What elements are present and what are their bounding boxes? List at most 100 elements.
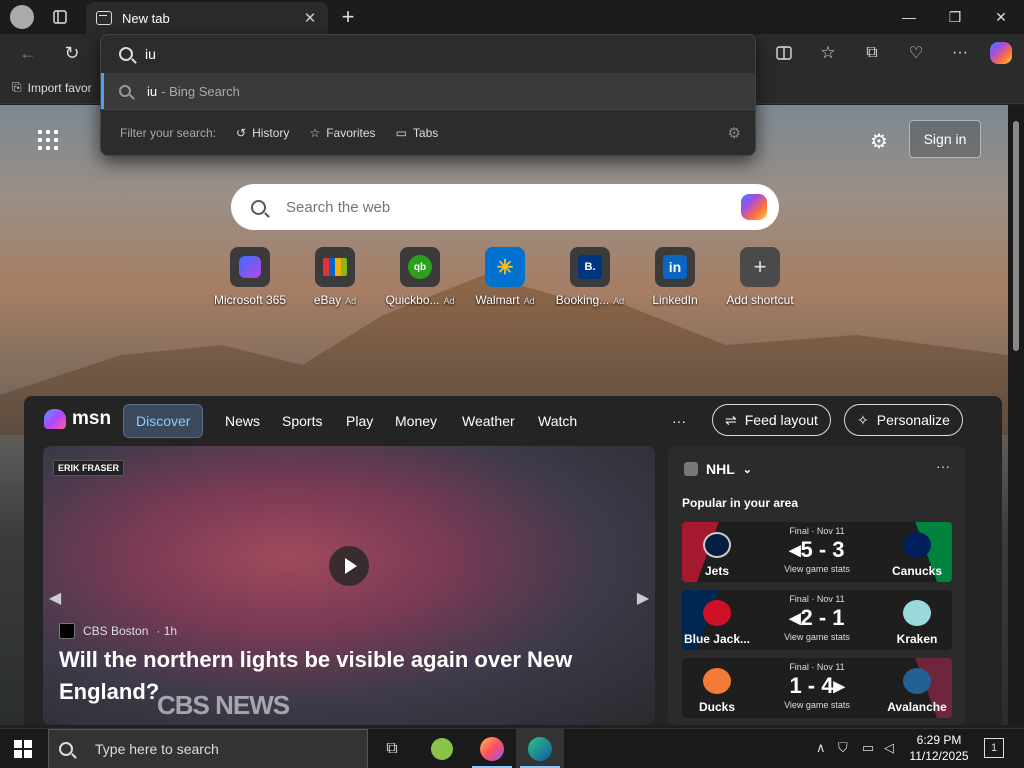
linkedin-icon: in [655, 247, 695, 287]
nhl-more-icon[interactable]: ··· [936, 458, 950, 474]
shortcut-linkedin[interactable]: in LinkedIn [630, 247, 720, 307]
away-team: Avalanche [887, 700, 947, 714]
address-bar-input[interactable] [145, 46, 665, 62]
security-icon[interactable]: ⛉ [838, 740, 848, 756]
booking-icon: B. [570, 247, 610, 287]
microsoft-365-icon [230, 247, 270, 287]
msn-logo-text: msn [72, 408, 112, 429]
split-screen-icon[interactable] [772, 42, 796, 64]
settings-gear-icon[interactable]: ⚙ [870, 129, 892, 153]
network-icon[interactable]: ▭ [862, 740, 874, 756]
nav-money[interactable]: Money [395, 404, 437, 438]
carousel-next-icon[interactable]: ▶ [631, 576, 655, 620]
import-favorites-link[interactable]: ⎘ Import favor [12, 80, 92, 95]
chevron-down-icon: ⌄ [742, 463, 752, 476]
shortcut-label: Add shortcut [726, 293, 794, 307]
play-video-icon[interactable] [329, 546, 369, 586]
page-scrollbar[interactable] [1008, 105, 1024, 725]
favorites-icon[interactable]: ☆ [816, 42, 840, 64]
nav-weather[interactable]: Weather [462, 404, 515, 438]
cbs-news-watermark: CBS NEWS [157, 690, 290, 720]
away-team: Kraken [896, 632, 938, 646]
app-launcher-icon[interactable] [38, 130, 58, 150]
ad-badge: Ad [613, 296, 625, 306]
view-stats-link[interactable]: View game stats [757, 700, 877, 710]
shortcut-label: Walmart [475, 293, 520, 307]
search-icon [251, 199, 266, 215]
msn-header: msn Discover News Sports Play Money Weat… [24, 396, 1002, 446]
nav-more-icon[interactable]: ··· [672, 404, 686, 438]
web-search-input[interactable] [286, 198, 716, 216]
game-status: Final · Nov 11 [789, 662, 845, 672]
carousel-prev-icon[interactable]: ◀ [43, 576, 67, 620]
start-button[interactable] [14, 740, 32, 758]
shortcut-booking[interactable]: B. Booking... Ad [545, 247, 635, 307]
shortcut-walmart[interactable]: ✳ Walmart Ad [460, 247, 550, 307]
firefox-icon[interactable] [468, 729, 516, 768]
filter-history[interactable]: ↺ History [236, 126, 289, 140]
back-icon[interactable]: ← [16, 42, 40, 64]
game-row[interactable]: Ducks Final · Nov 11 1 - 4▸ View game st… [682, 658, 952, 718]
browser-essentials-icon[interactable]: ♡ [904, 42, 928, 64]
system-clock[interactable]: 6:29 PM 11/12/2025 [908, 732, 970, 764]
shortcut-microsoft-365[interactable]: Microsoft 365 [205, 247, 295, 307]
view-stats-link[interactable]: View game stats [757, 564, 877, 574]
collections-icon[interactable]: ⧉ [860, 42, 884, 64]
personalize-button[interactable]: ✧ Personalize [844, 404, 963, 436]
notification-center-icon[interactable]: 1 [984, 738, 1004, 758]
shortcut-quickbooks[interactable]: qb Quickbo... Ad [375, 247, 465, 307]
shortcut-add[interactable]: + Add shortcut [715, 247, 805, 307]
search-filter-row: Filter your search: ↺ History ☆ Favorite… [101, 109, 755, 155]
copilot-icon[interactable] [990, 42, 1012, 64]
away-team: Canucks [891, 564, 943, 578]
more-options-icon[interactable]: ··· [948, 42, 972, 64]
volume-icon[interactable]: ◁ [884, 740, 894, 756]
shortcut-ebay[interactable]: eBay Ad [290, 247, 380, 307]
edge-icon[interactable] [516, 729, 564, 768]
profile-avatar[interactable] [10, 5, 34, 29]
tab-new-tab[interactable]: New tab ✕ [86, 2, 328, 34]
taskbar-search[interactable]: Type here to search [48, 729, 368, 768]
restore-button[interactable]: ❐ [932, 0, 978, 34]
suggestion-search-icon [119, 85, 131, 97]
view-stats-link[interactable]: View game stats [757, 632, 877, 642]
msn-butterfly-icon [44, 409, 66, 429]
quickbooks-icon: qb [400, 247, 440, 287]
nav-discover[interactable]: Discover [123, 404, 204, 438]
close-window-button[interactable]: ✕ [978, 0, 1024, 34]
nav-watch[interactable]: Watch [538, 404, 577, 438]
filter-tabs[interactable]: ▭ Tabs [396, 126, 439, 140]
copilot-search-icon[interactable] [741, 194, 767, 220]
nav-news[interactable]: News [225, 404, 260, 438]
feed-layout-label: Feed layout [744, 412, 818, 428]
tab-close-icon[interactable]: ✕ [298, 9, 322, 27]
hero-story-card[interactable]: ERIK FRASER ◀ ▶ CBS Boston · 1h Will the… [43, 446, 655, 725]
home-team: Ducks [698, 700, 736, 714]
scrollbar-thumb[interactable] [1013, 121, 1019, 351]
kraken-logo-icon [903, 600, 931, 626]
game-row[interactable]: Blue Jack... Final · Nov 11 ◂2 - 1 View … [682, 590, 952, 650]
new-tab-button[interactable]: + [336, 3, 360, 31]
story-title[interactable]: Will the northern lights be visible agai… [59, 644, 639, 708]
tab-strip: New tab ✕ + — ❐ ✕ [0, 0, 1024, 34]
show-hidden-icons[interactable]: ∧ [816, 740, 826, 756]
refresh-icon[interactable]: ↻ [60, 42, 84, 64]
feed-layout-button[interactable]: ⇌ Feed layout [712, 404, 831, 436]
nav-play[interactable]: Play [346, 404, 373, 438]
nav-sports[interactable]: Sports [282, 404, 322, 438]
vertical-tabs-icon[interactable] [50, 7, 70, 27]
filter-settings-icon[interactable]: ⚙ [728, 124, 741, 142]
msn-logo[interactable]: msn [44, 408, 111, 430]
nhl-header[interactable]: NHL ⌄ [684, 461, 752, 477]
search-suggestion[interactable]: iu - Bing Search [101, 73, 755, 109]
source-name: CBS Boston [83, 624, 149, 638]
photo-credit-badge: ERIK FRASER [53, 460, 125, 476]
task-view-icon[interactable]: ⧉ [368, 729, 416, 768]
filter-favorites[interactable]: ☆ Favorites [309, 126, 375, 140]
minimize-button[interactable]: — [886, 0, 932, 34]
import-icon: ⎘ [12, 80, 22, 94]
web-search-box[interactable] [231, 184, 779, 230]
game-row[interactable]: Jets Final · Nov 11 ◂5 - 3 View game sta… [682, 522, 952, 582]
app-lime-icon[interactable] [418, 729, 466, 768]
sign-in-button[interactable]: Sign in [909, 120, 981, 158]
